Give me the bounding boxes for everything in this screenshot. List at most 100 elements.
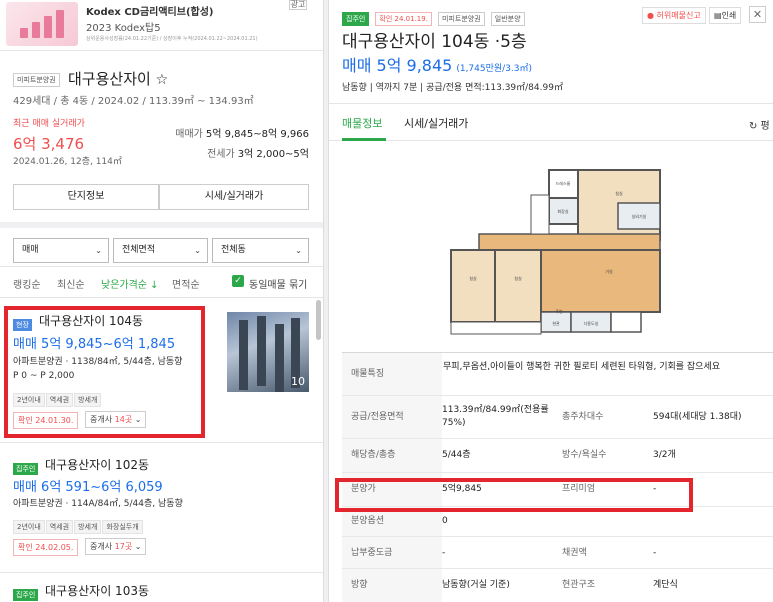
row-value: 594대(세대당 1.38대) [653,412,742,422]
ad-banner[interactable]: Kodex CD금리액티브(합성) 2023 Kodex탑5 상위운용사성장률(… [0,0,323,50]
confirm-date-badge: 확인 24.02.05. [13,539,79,556]
sale-price-range: 매매가 5억 9,845~8억 9,966 [175,129,309,140]
listing-photo[interactable]: 10 [227,312,309,392]
row-value: - [653,548,657,558]
listing-chips: 2년이내 역세권 방세개 화장실두개 [13,514,144,534]
close-button[interactable]: ✕ [749,6,766,23]
listing-tag: 집주인 [13,458,39,477]
row-label: 분양옵션 [351,516,385,526]
listing-card[interactable]: 집주인 대구용산자이 103동 [0,573,323,602]
table-row: 매물특징 무피,무옵션,아이들이 행복한 귀한 필로티 세련된 타워형, 기회를… [342,353,773,396]
area-select[interactable]: 전체면적 ⌄ [113,238,208,263]
deal-type-select[interactable]: 매매 ⌄ [13,238,109,263]
room-label: 드레스룸 [556,180,571,186]
room-label: 주방 [555,308,563,314]
refresh-button[interactable]: ↻ 평 [749,117,770,132]
sort-bar: 랭킹순 최신순 낮은가격순 ↓ 면적순 ✓ 동일매물 묶기 [0,266,323,298]
highlight-box [335,478,693,512]
room-label: 실외기실 [632,213,647,219]
tab-listing-info[interactable]: 매물정보 [342,115,382,131]
table-row: 공급/전용면적 113.39㎡/84.99㎡(전용률75%) 총주차대수 594… [342,396,773,439]
table-row: 방향 남동향(거실 기준) 현관구조 계단식 [342,569,773,602]
chevron-down-icon: ⌄ [295,246,302,255]
row-value: 5/44층 [442,450,471,460]
row-label: 방수/욕실수 [562,450,607,460]
row-value: 0 [442,516,448,526]
detail-tabs: 매물정보 시세/실거래가 ↻ 평 [329,103,773,141]
detail-price: 매매 5억 9,845 (1,745만원/3.3㎡) [342,56,533,75]
row-value: - [442,548,446,558]
complex-name: 대구용산자이 ☆ [68,70,169,88]
room-label: 침실 [469,275,477,281]
row-label: 채권액 [562,548,587,558]
row-value: 무피,무옵션,아이들이 행복한 귀한 필로티 세련된 타워형, 기회를 잡으세요 [443,362,721,372]
tab-price-history[interactable]: 시세/실거래가 [404,115,468,131]
table-row: 해당층/총층 5/44층 방수/욕실수 3/2개 [342,439,773,473]
row-value: 남동향(거실 기준) [442,580,510,590]
ad-image [6,2,78,46]
complex-type-tag: 미피트분양권 [13,73,60,87]
recent-deal-date: 2024.01.26, 12층, 114㎡ [13,157,122,167]
row-label: 총주차대수 [562,412,604,422]
row-label: 현관구조 [562,580,596,590]
row-label: 해당층/총층 [351,450,396,460]
row-label: 방향 [351,580,368,590]
listing-panel: Kodex CD금리액티브(합성) 2023 Kodex탑5 상위운용사성장률(… [0,0,323,602]
broker-dropdown[interactable]: 중개사 17곳 ⌄ [85,538,147,555]
listing-info: 아파트분양권 · 114A/84㎡, 5/44층, 남동향 [13,499,183,509]
recent-deal-label: 최근 매매 실거래가 [13,119,85,129]
ad-subtitle: 2023 Kodex탑5 [86,23,161,34]
detail-title: 대구용산자이 104동 ·5층 [342,32,527,52]
room-label: 다용도실 [584,320,599,326]
ad-title: Kodex CD금리액티브(합성) [86,7,214,18]
listing-tag: 집주인 [13,584,39,602]
same-listing-checkbox[interactable]: ✓ [232,275,244,287]
row-label: 매물특징 [351,369,385,379]
listing-name: 대구용산자이 103동 [45,584,149,598]
row-value: 113.39㎡/84.99㎡(전용률75%) [442,405,549,428]
chevron-down-icon: ⌄ [194,246,201,255]
active-tab-indicator [342,138,386,141]
complex-info-button[interactable]: 단지정보 [13,184,159,210]
row-label: 납부중도금 [351,548,393,558]
room-label: 거실 [605,268,613,274]
row-value: 계단식 [653,580,678,590]
price-history-button[interactable]: 시세/실거래가 [159,184,309,210]
detail-tags: 집주인 확인 24.01.19. 미피트분양권 일반분양 [342,6,526,26]
complex-summary: 미피트분양권 대구용산자이 ☆ 429세대 / 총 4동 / 2024.02 /… [0,50,323,222]
same-listing-label: 동일매물 묶기 [249,280,308,291]
siren-icon: ● [647,11,654,20]
recent-deal-price: 6억 3,476 [13,135,85,153]
lease-price-range: 전세가 3억 2,000~5억 [207,149,309,160]
complex-info: 429세대 / 총 4동 / 2024.02 / 113.39㎡ ~ 134.9… [13,96,254,107]
room-label: 침실 [615,190,623,196]
row-value: 3/2개 [653,450,676,460]
print-button[interactable]: ▤인쇄 [709,7,742,24]
room-label: 침실 [514,275,522,281]
listing-detail-table: 매물특징 무피,무옵션,아이들이 행복한 귀한 필로티 세련된 타워형, 기회를… [342,352,773,602]
chevron-down-icon: ⌄ [95,246,102,255]
sort-lowest-price[interactable]: 낮은가격순 ↓ [101,276,159,291]
favorite-star-icon[interactable]: ☆ [156,72,169,88]
photo-count: 10 [291,375,305,388]
report-button[interactable]: ● 허위매물신고 [642,7,706,24]
sort-area[interactable]: 면적순 [172,276,200,291]
highlight-box [4,306,205,438]
room-label: 화장실 [557,208,568,214]
sort-latest[interactable]: 최신순 [57,276,85,291]
row-label: 공급/전용면적 [351,412,404,422]
filter-bar: 매매 ⌄ 전체면적 ⌄ 전체동 ⌄ [0,222,323,266]
scrollbar[interactable] [316,300,321,340]
room-label: 현관 [552,320,560,326]
print-icon: ▤ [714,11,722,20]
ad-note: 상위운용사성장률(24.01.22기준) / 상장이후 누적(2024.01.2… [86,36,258,42]
ad-close-button[interactable]: 광고 [289,0,307,10]
table-row: 납부중도금 - 채권액 - [342,537,773,569]
detail-info: 남동향 | 역까지 7분 | 공급/전용 면적:113.39㎡/84.99㎡ [342,83,563,93]
listing-card[interactable]: 집주인 대구용산자이 102동 매매 6억 591~6억 6,059 아파트분양… [0,443,323,573]
sort-ranking[interactable]: 랭킹순 [13,276,41,291]
dong-select[interactable]: 전체동 ⌄ [212,238,309,263]
listing-price: 매매 6억 591~6억 6,059 [13,480,163,495]
listing-name: 대구용산자이 102동 [45,458,149,472]
floor-plan[interactable]: 드레스룸 침실 화장실 침실 침실 거실 주방 다용도실 현관 실외기실 [439,155,664,345]
